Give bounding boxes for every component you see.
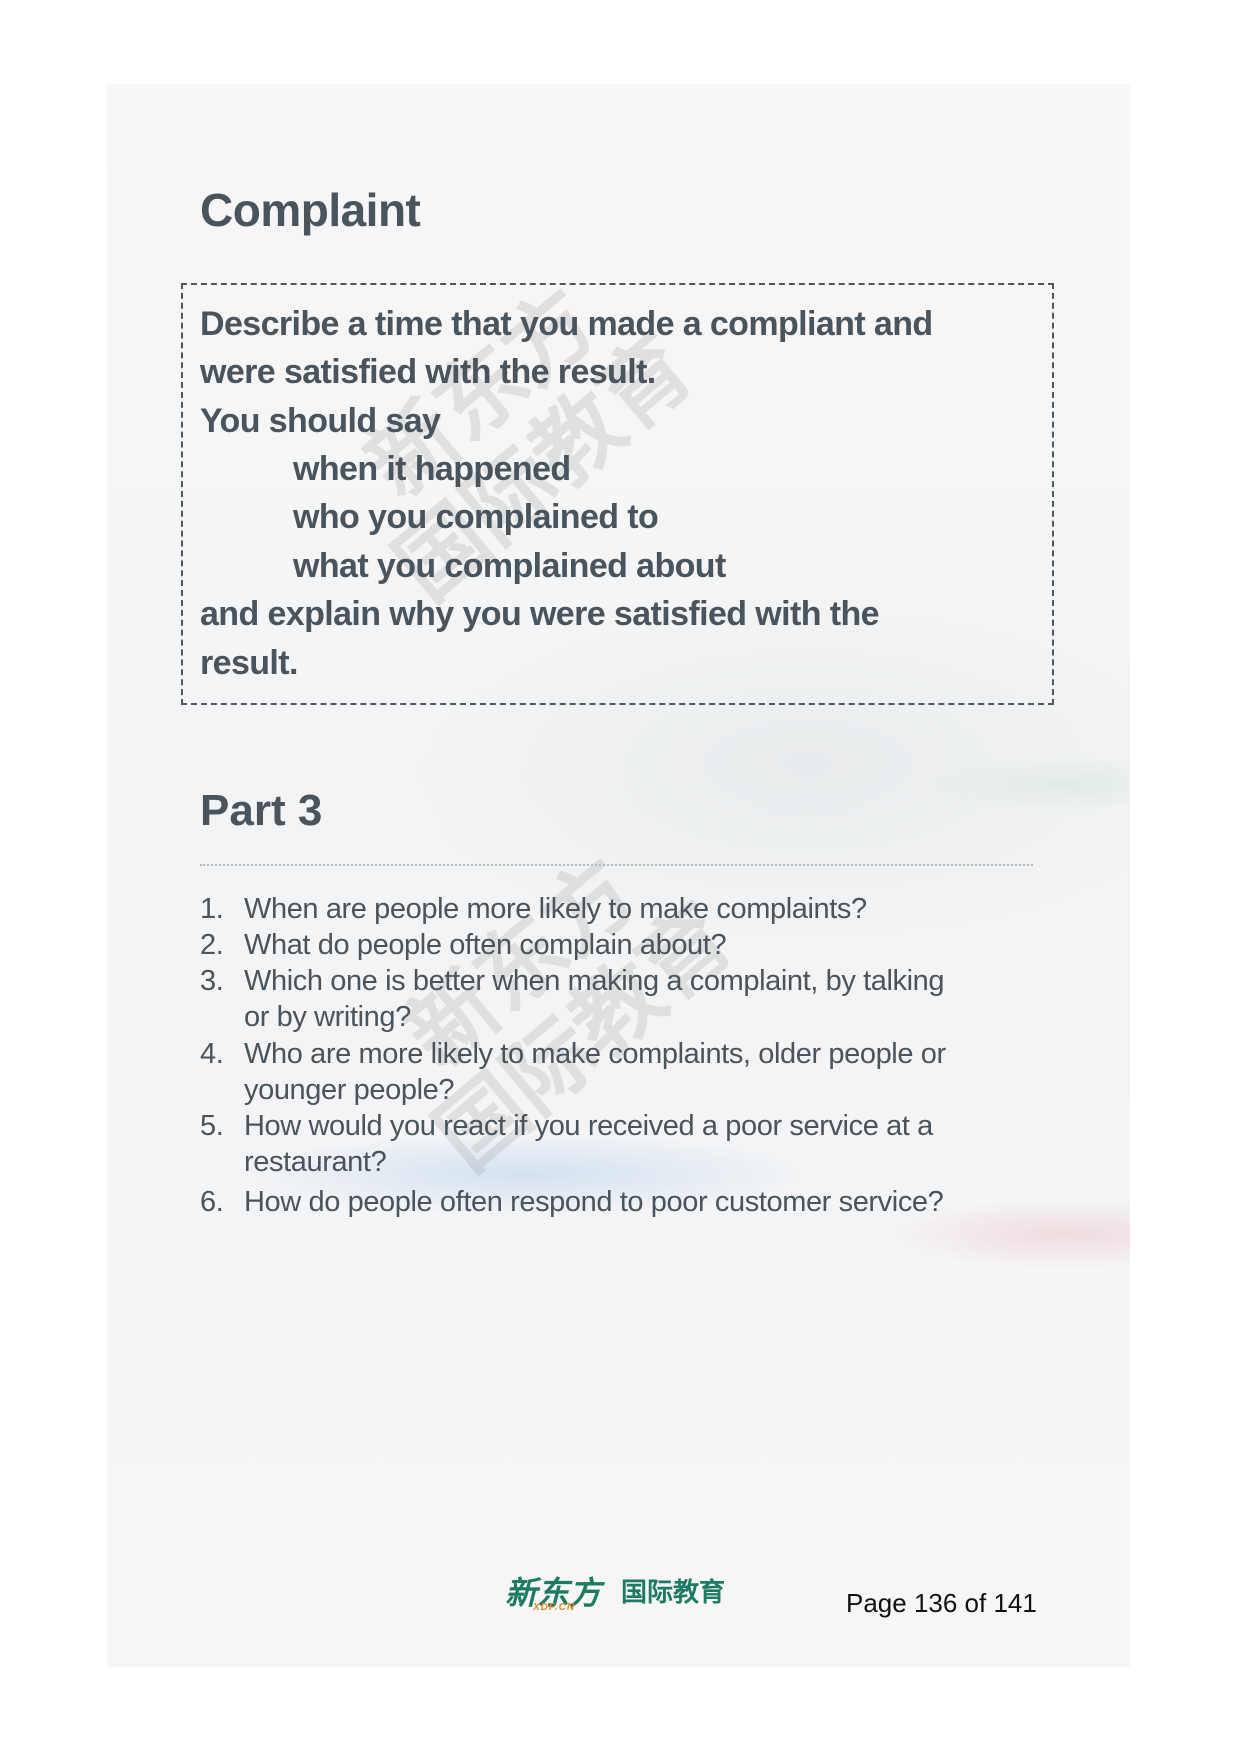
question-item: 1. When are people more likely to make co… [200, 893, 867, 926]
cue-card-box [181, 283, 1054, 705]
question-item: 6. How do people often respond to poor cu… [200, 1186, 944, 1219]
cue-line: were satisfied with the result. [200, 353, 656, 391]
question-number: 4. [200, 1038, 224, 1070]
question-text: Which one is better when making a compla… [244, 965, 945, 997]
question-number: 6. [200, 1186, 224, 1218]
question-item: 3. Which one is better when making a comp… [200, 965, 945, 998]
cue-line: result. [200, 644, 298, 682]
question-text: When are people more likely to make comp… [244, 893, 867, 925]
cue-line: and explain why you were satisfied with … [200, 595, 880, 633]
question-number: 3. [200, 965, 224, 997]
question-text: What do people often complain about? [244, 929, 727, 961]
question-item: 4. Who are more likely to make complaints… [200, 1038, 946, 1071]
question-text-continued: younger people? [244, 1074, 455, 1106]
question-number: 1. [200, 893, 224, 925]
cue-line: You should say [200, 402, 441, 440]
question-text-continued: or by writing? [244, 1001, 411, 1033]
section-title: Complaint [200, 184, 421, 236]
cue-line: when it happened [293, 450, 571, 488]
question-text-continued: restaurant? [244, 1146, 387, 1178]
logo-sub: XDF.CN [533, 1602, 576, 1613]
cue-line: who you complained to [293, 498, 659, 536]
question-item: 2. What do people often complain about? [200, 929, 727, 962]
part-title: Part 3 [200, 786, 323, 835]
cue-line: Describe a time that you made a complian… [200, 305, 933, 343]
question-text: How would you react if you received a po… [244, 1110, 933, 1142]
question-text: Who are more likely to make complaints, … [244, 1038, 946, 1070]
question-text: How do people often respond to poor cust… [244, 1186, 944, 1218]
divider [200, 864, 1033, 866]
xdf-logo: 新东方 XDF.CN 国际教育 [505, 1568, 725, 1614]
logo-cn: 国际教育 [621, 1578, 726, 1608]
page-number: Page 136 of 141 [846, 1588, 1037, 1618]
question-item: 5. How would you react if you received a … [200, 1110, 933, 1143]
question-number: 5. [200, 1110, 224, 1142]
cue-line: what you complained about [293, 547, 726, 585]
question-number: 2. [200, 929, 224, 961]
